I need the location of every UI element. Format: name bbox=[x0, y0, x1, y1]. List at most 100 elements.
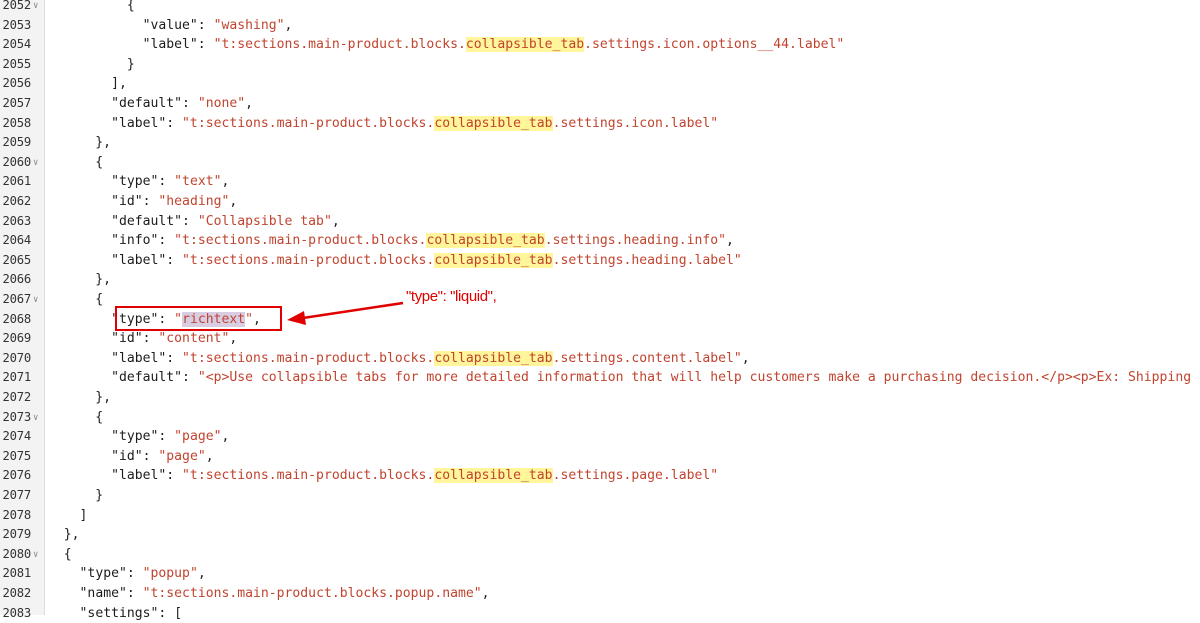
code-token: "heading" bbox=[158, 194, 230, 209]
fold-chevron-icon[interactable]: ∨ bbox=[33, 0, 38, 17]
code-token: "settings" bbox=[79, 605, 159, 621]
line-number: 2072 bbox=[2, 390, 31, 404]
line-code: "label": "t:sections.main-product.blocks… bbox=[48, 251, 742, 271]
code-token: : bbox=[126, 586, 143, 601]
code-token: : bbox=[158, 429, 175, 445]
line-number: 2080 bbox=[2, 546, 31, 561]
line-code: } bbox=[48, 55, 135, 75]
line-code: { bbox=[48, 545, 72, 565]
code-line[interactable]: 2062 "id": "heading", bbox=[0, 192, 1200, 212]
code-line[interactable]: 2060 ∨ { bbox=[0, 153, 1200, 173]
line-number: 2063 bbox=[2, 213, 31, 228]
line-number: 2071 bbox=[2, 370, 31, 385]
line-code: ] bbox=[48, 506, 88, 526]
code-line[interactable]: 2056 ], bbox=[0, 74, 1200, 94]
code-token: "type" bbox=[111, 174, 159, 190]
code-line[interactable]: 2054 "label": "t:sections.main-product.b… bbox=[0, 35, 1200, 55]
code-line[interactable]: 2080 ∨ { bbox=[0, 545, 1200, 565]
code-line[interactable]: 2076 "label": "t:sections.main-product.b… bbox=[0, 466, 1200, 486]
code-line[interactable]: 2072 }, bbox=[0, 388, 1200, 408]
code-line[interactable]: 2081 "type": "popup", bbox=[0, 564, 1200, 584]
code-token: "text" bbox=[174, 174, 222, 190]
fold-chevron-icon[interactable]: ∨ bbox=[33, 409, 38, 429]
line-code: } bbox=[48, 486, 103, 506]
code-line[interactable]: 2074 "type": "page", bbox=[0, 427, 1200, 447]
code-token: : bbox=[158, 174, 175, 190]
code-token: "type" bbox=[111, 429, 159, 445]
code-token: .settings.icon.options__44.label" bbox=[584, 37, 845, 53]
code-token: }, bbox=[48, 135, 112, 151]
code-token: , bbox=[245, 96, 254, 111]
code-token: : bbox=[142, 331, 159, 347]
code-line[interactable]: 2064 "info": "t:sections.main-product.bl… bbox=[0, 231, 1200, 251]
code-token: "none" bbox=[197, 96, 246, 111]
line-number: 2069 bbox=[2, 331, 31, 346]
code-token: "value" bbox=[142, 17, 198, 33]
code-line[interactable]: 2075 "id": "page", bbox=[0, 447, 1200, 467]
search-match-highlight: collapsible_tab bbox=[434, 115, 553, 131]
code-line[interactable]: 2073 ∨ { bbox=[0, 408, 1200, 428]
line-number: 2062 bbox=[2, 194, 31, 208]
line-number: 2056 bbox=[2, 76, 31, 91]
code-token: "default" bbox=[111, 213, 183, 229]
code-line[interactable]: 2063 "default": "Collapsible tab", bbox=[0, 212, 1200, 232]
code-token: "type" bbox=[79, 566, 127, 582]
code-token: , bbox=[726, 233, 734, 249]
code-token: "id" bbox=[111, 331, 143, 347]
code-line[interactable]: 2055 } bbox=[0, 55, 1200, 75]
code-token: } bbox=[48, 56, 135, 72]
code-line[interactable]: 2083 "settings": [ bbox=[0, 604, 1200, 623]
line-code: { bbox=[48, 0, 135, 16]
code-token: , bbox=[221, 429, 230, 445]
code-line[interactable]: 2079 }, bbox=[0, 525, 1200, 545]
fold-chevron-icon[interactable]: ∨ bbox=[33, 546, 38, 566]
line-code: }, bbox=[48, 270, 111, 290]
code-line[interactable]: 2065 "label": "t:sections.main-product.b… bbox=[0, 251, 1200, 271]
line-code: { bbox=[48, 290, 103, 310]
code-line[interactable]: 2059 }, bbox=[0, 133, 1200, 153]
code-token: "label" bbox=[142, 37, 198, 53]
code-token: "page" bbox=[174, 429, 222, 445]
line-number: 2076 bbox=[2, 468, 31, 483]
code-token: , bbox=[229, 331, 238, 347]
code-token: "Collapsible tab" bbox=[197, 213, 332, 229]
code-line[interactable]: 2053 "value": "washing", bbox=[0, 16, 1200, 36]
line-number: 2064 bbox=[2, 233, 31, 248]
line-number: 2083 bbox=[2, 605, 31, 620]
fold-chevron-icon[interactable]: ∨ bbox=[33, 154, 38, 174]
line-number: 2068 bbox=[2, 311, 31, 326]
fold-chevron-icon[interactable]: ∨ bbox=[33, 291, 38, 311]
code-line[interactable]: 2058 "label": "t:sections.main-product.b… bbox=[0, 114, 1200, 134]
code-line[interactable]: 2071 "default": "<p>Use collapsible tabs… bbox=[0, 368, 1200, 388]
code-line[interactable]: 2077 } bbox=[0, 486, 1200, 506]
search-match-highlight: collapsible_tab bbox=[434, 468, 553, 484]
code-line[interactable]: 2069 "id": "content", bbox=[0, 329, 1200, 349]
code-token: "washing" bbox=[213, 17, 285, 33]
code-token: "id" bbox=[111, 194, 143, 209]
code-token: .settings.heading.info" bbox=[544, 233, 726, 249]
code-token: "<p>Use collapsible tabs for more detail… bbox=[197, 370, 1200, 386]
line-code: ], bbox=[48, 74, 127, 94]
code-line[interactable]: 2082 "name": "t:sections.main-product.bl… bbox=[0, 584, 1200, 604]
code-token: ], bbox=[48, 76, 127, 92]
line-code: "default": "<p>Use collapsible tabs for … bbox=[48, 368, 1200, 388]
line-number: 2060 bbox=[2, 154, 31, 169]
code-line[interactable]: 2057 "default": "none", bbox=[0, 94, 1200, 114]
code-token: : bbox=[158, 233, 175, 249]
code-line[interactable]: 2052 ∨ { bbox=[0, 0, 1200, 16]
code-line[interactable]: 2066 }, bbox=[0, 270, 1200, 290]
code-line[interactable]: 2061 "type": "text", bbox=[0, 172, 1200, 192]
code-line[interactable]: 2070 "label": "t:sections.main-product.b… bbox=[0, 349, 1200, 369]
code-token: : bbox=[142, 194, 159, 209]
line-code: }, bbox=[48, 133, 111, 153]
line-code: "info": "t:sections.main-product.blocks.… bbox=[48, 231, 734, 251]
annotation-text: "type": "liquid", bbox=[406, 288, 497, 305]
code-line[interactable]: 2078 ] bbox=[0, 506, 1200, 526]
line-number: 2053 bbox=[2, 17, 31, 32]
